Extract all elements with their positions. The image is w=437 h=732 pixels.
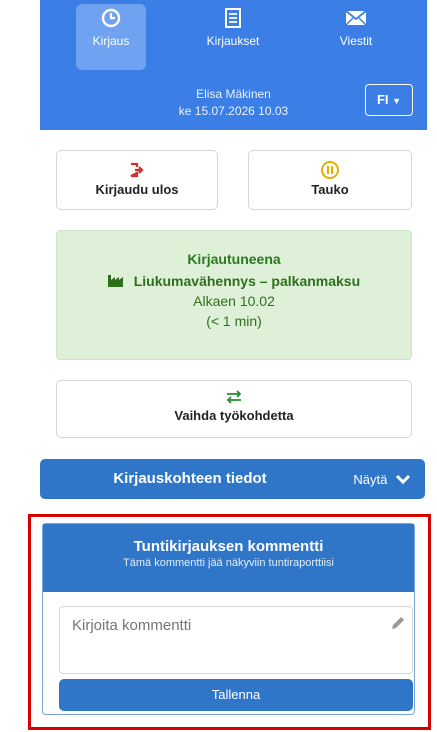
logout-label: Kirjaudu ulos [95,182,179,197]
project-name: Liukumavähennys – palkanmaksu [133,273,361,289]
comment-header: Tuntikirjauksen kommentti Tämä kommentti… [43,524,414,592]
status-label: Kirjautuneena [187,251,281,267]
comment-field[interactable] [59,606,413,674]
industry-icon [107,275,123,287]
sign-out-icon [130,162,144,178]
switch-work-item-label: Vaihda työkohdetta [174,408,294,423]
pause-label: Tauko [311,182,349,197]
tab-viestit-label: Viestit [339,34,373,48]
pause-button[interactable]: Tauko [248,150,412,210]
logout-button[interactable]: Kirjaudu ulos [56,150,218,210]
tab-viestit[interactable]: Viestit [321,4,391,70]
comment-panel: Tuntikirjauksen kommentti Tämä kommentti… [42,523,415,715]
highlight-box: Tuntikirjauksen kommentti Tämä kommentti… [28,514,431,730]
language-value: FI [376,92,389,107]
tab-kirjaukset-label: Kirjaukset [206,34,260,48]
project-line: Liukumavähennys – palkanmaksu [57,273,411,289]
details-title: Kirjauskohteen tiedot [113,470,267,487]
mail-icon [345,10,367,26]
tab-kirjaukset[interactable]: Kirjaukset [198,4,268,70]
pencil-icon [392,617,404,629]
comment-title: Tuntikirjauksen kommentti [133,538,324,555]
save-comment-button[interactable]: Tallenna [59,679,413,711]
start-time: Alkaen 10.02 [193,293,275,309]
switch-work-item-button[interactable]: Vaihda työkohdetta [56,380,412,438]
status-panel: Kirjautuneena Liukumavähennys – palkanma… [56,230,412,360]
tab-kirjaus[interactable]: Kirjaus [76,4,146,70]
pause-icon [321,161,339,179]
clock-icon [101,8,121,28]
work-item-details-toggle[interactable]: Kirjauskohteen tiedot Näytä [40,459,425,499]
caret-down-icon: ▼ [392,96,402,106]
comment-subtitle: Tämä kommentti jää näkyviin tuntiraportt… [123,557,334,569]
tab-kirjaus-label: Kirjaus [92,34,130,48]
show-details-link[interactable]: Näytä [353,472,411,487]
elapsed-duration: (< 1 min) [206,313,262,329]
show-details-label: Näytä [353,472,388,487]
chevron-down-icon [395,474,411,485]
comment-input[interactable] [60,607,412,673]
list-icon [225,8,241,28]
language-dropdown[interactable]: FI ▼ [365,84,413,116]
top-navbar: Kirjaus Kirjaukset Viestit Elisa Mäkinen… [40,0,427,130]
exchange-icon [226,390,242,404]
